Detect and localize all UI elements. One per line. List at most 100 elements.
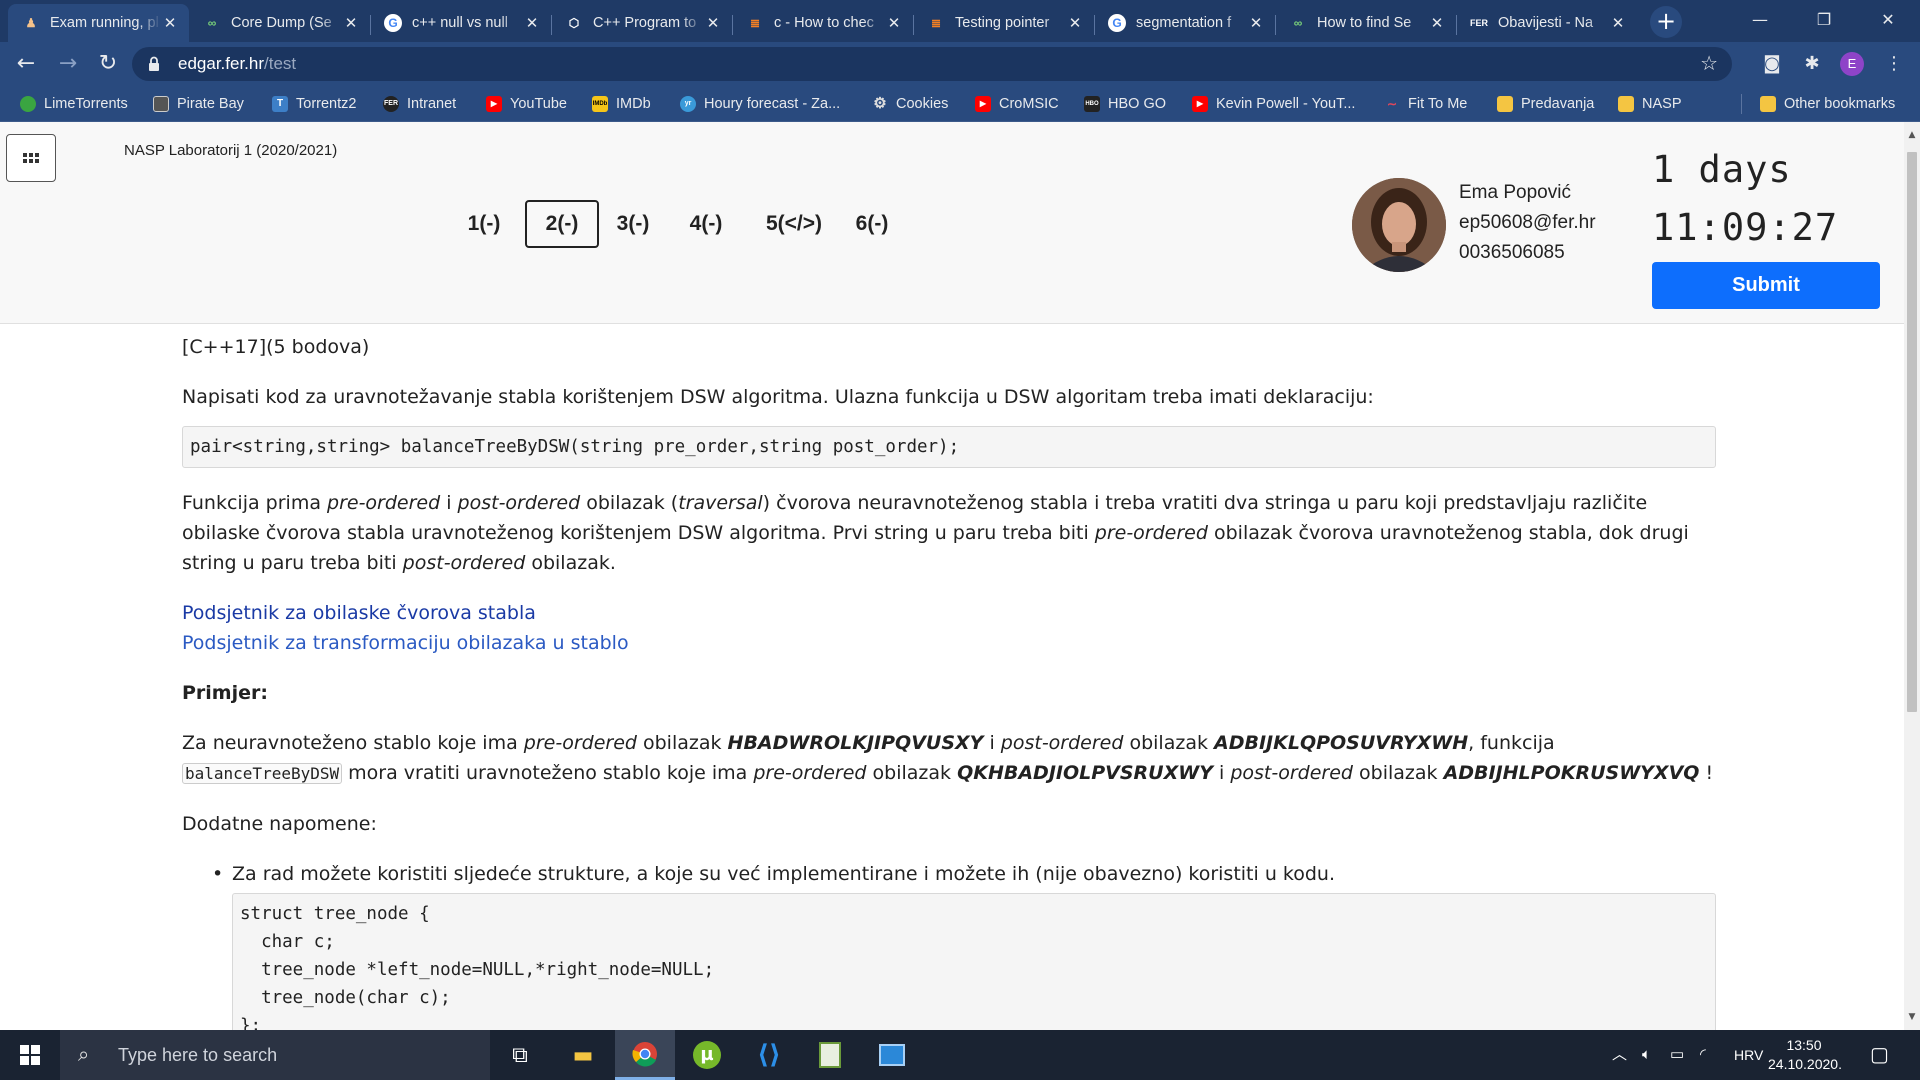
bookmark-item[interactable]: ⚙ Cookies <box>872 94 948 114</box>
user-name: Ema Popović <box>1459 182 1571 203</box>
question-nav-5[interactable]: 5(</>) <box>752 200 836 248</box>
close-icon[interactable]: ✕ <box>342 14 360 32</box>
question-nav-2[interactable]: 2(-) <box>525 200 599 248</box>
close-icon[interactable]: ✕ <box>161 14 179 32</box>
task-view-icon[interactable]: ⧉ <box>490 1030 550 1080</box>
tab-title: c - How to chec <box>774 15 874 31</box>
close-icon[interactable]: ✕ <box>885 14 903 32</box>
bookmark-item[interactable]: ▶ CroMSIC <box>975 94 1059 114</box>
wifi-icon[interactable]: ◜ <box>1700 1030 1706 1080</box>
bookmark-item[interactable]: ▶ Kevin Powell - YouT... <box>1192 94 1355 114</box>
fittome-icon: ∼ <box>1386 97 1398 111</box>
close-icon[interactable]: ✕ <box>1066 14 1084 32</box>
browser-tab[interactable]: ♟ Exam running, pl ✕ <box>8 4 189 42</box>
bookmark-item[interactable]: IMDb IMDb <box>592 94 651 114</box>
file-explorer-icon[interactable]: ▬ <box>553 1030 613 1080</box>
close-icon[interactable]: ✕ <box>704 14 722 32</box>
bookmark-item[interactable]: T Torrentz2 <box>272 94 356 114</box>
question-nav-6[interactable]: 6(-) <box>835 200 909 248</box>
imdb-icon: IMDb <box>592 96 608 112</box>
vscode-icon[interactable]: ⟨⟩ <box>739 1030 799 1080</box>
submit-button[interactable]: Submit <box>1652 262 1880 309</box>
browser-tab[interactable]: FER Obavijesti - Na ✕ <box>1456 4 1637 42</box>
search-icon: ⌕ <box>78 1043 90 1066</box>
browser-tab[interactable]: ⬡ C++ Program to ✕ <box>551 4 732 42</box>
address-bar[interactable]: edgar.fer.hr/test ☆ <box>132 47 1732 81</box>
question-nav-1[interactable]: 1(-) <box>447 200 521 248</box>
windows-icon <box>20 1045 40 1065</box>
scroll-up-icon[interactable]: ▲ <box>1907 130 1917 140</box>
bookmark-star-icon[interactable]: ☆ <box>1700 51 1718 75</box>
stackoverflow-icon: ≣ <box>749 16 761 30</box>
notes-list: Za rad možete koristiti sljedeće struktu… <box>212 859 1716 889</box>
utorrent-icon[interactable]: µ <box>677 1030 737 1080</box>
browser-tab[interactable]: ∞ Core Dump (Se ✕ <box>189 4 370 42</box>
intranet-icon: FER <box>383 96 399 112</box>
back-icon[interactable]: ← <box>10 48 42 80</box>
browser-tab[interactable]: ≣ c - How to chec ✕ <box>732 4 913 42</box>
bookmark-item[interactable]: Predavanja <box>1497 94 1594 114</box>
bookmark-item[interactable]: NASP <box>1618 94 1682 114</box>
volume-icon[interactable]: 🔈︎ <box>1642 1030 1651 1080</box>
scroll-thumb[interactable] <box>1907 152 1917 712</box>
photos-icon[interactable] <box>862 1030 922 1080</box>
browser-tab[interactable]: ∞ How to find Se ✕ <box>1275 4 1456 42</box>
restore-icon[interactable]: ❐ <box>1792 0 1856 42</box>
ferweb-icon: FER <box>1470 18 1488 28</box>
close-window-icon[interactable]: ✕ <box>1856 0 1920 42</box>
other-bookmarks[interactable]: Other bookmarks <box>1760 94 1895 114</box>
bookmark-item[interactable]: HBO HBO GO <box>1084 94 1166 114</box>
youtube-icon: ▶ <box>975 96 991 112</box>
close-icon[interactable]: ✕ <box>1428 14 1446 32</box>
close-icon[interactable]: ✕ <box>1247 14 1265 32</box>
chrome-icon[interactable] <box>615 1030 675 1080</box>
windows-taskbar: ⌕ Type here to search ⧉ ▬ µ ⟨⟩ ︿ 🔈︎ ▭ ◜ … <box>0 1030 1920 1080</box>
new-tab-button[interactable]: + <box>1650 6 1682 38</box>
tab-title: Testing pointer <box>955 15 1050 31</box>
reload-icon[interactable]: ↻ <box>92 48 124 80</box>
taskbar-clock[interactable]: 13:50 24.10.2020. <box>1768 1036 1842 1074</box>
bookmarks-bar: LimeTorrents Pirate Bay T Torrentz2 FER In… <box>0 86 1920 122</box>
user-email: ep50608@fer.hr <box>1459 212 1596 233</box>
traversal-reminder-link[interactable]: Podsjetnik za obilaske čvorova stabla <box>182 598 1716 628</box>
notes-heading: Dodatne napomene: <box>182 813 377 835</box>
browser-toolbar: ← → ↻ edgar.fer.hr/test ☆ ◙ ✱ E ⋮ <box>0 42 1920 86</box>
start-button[interactable] <box>0 1030 60 1080</box>
notepad-icon[interactable] <box>800 1030 860 1080</box>
forward-icon[interactable]: → <box>52 48 84 80</box>
camera-icon[interactable]: ◙ <box>1758 50 1786 78</box>
bookmark-item[interactable]: yr Houry forecast - Za... <box>680 94 840 114</box>
scroll-down-icon[interactable]: ▼ <box>1907 1012 1917 1022</box>
minimize-icon[interactable]: — <box>1728 0 1792 42</box>
profile-avatar[interactable]: E <box>1840 52 1864 76</box>
chevron-up-icon[interactable]: ︿ <box>1612 1030 1627 1080</box>
question-nav-4[interactable]: 4(-) <box>669 200 743 248</box>
bookmark-item[interactable]: ∼ Fit To Me <box>1384 94 1467 114</box>
extensions-icon[interactable]: ✱ <box>1798 50 1826 78</box>
transform-reminder-link[interactable]: Podsjetnik za transformaciju obilazaka u… <box>182 628 1716 658</box>
page-scrollbar[interactable]: ▲ ▼ <box>1904 122 1920 1030</box>
bookmark-item[interactable]: Pirate Bay <box>153 94 244 114</box>
menu-icon[interactable]: ⋮ <box>1880 50 1908 78</box>
bookmark-item[interactable]: LimeTorrents <box>20 94 128 114</box>
notification-icon[interactable]: ▢ <box>1870 1030 1889 1080</box>
taskbar-search[interactable]: ⌕ Type here to search <box>60 1030 490 1080</box>
limetorrents-icon <box>20 96 36 112</box>
battery-icon[interactable]: ▭ <box>1670 1030 1684 1080</box>
hbo-icon: HBO <box>1084 96 1100 112</box>
language-indicator[interactable]: HRV <box>1734 1030 1763 1080</box>
torrentz-icon: T <box>272 96 288 112</box>
browser-tab[interactable]: G c++ null vs null ✕ <box>370 4 551 42</box>
close-icon[interactable]: ✕ <box>1609 14 1627 32</box>
close-icon[interactable]: ✕ <box>523 14 541 32</box>
tab-title: Obavijesti - Na <box>1498 15 1594 31</box>
bookmark-item[interactable]: FER Intranet <box>383 94 456 114</box>
function-declaration: pair<string,string> balanceTreeByDSW(str… <box>182 426 1716 468</box>
question-nav-3[interactable]: 3(-) <box>596 200 670 248</box>
apps-menu-button[interactable] <box>6 134 56 182</box>
yr-icon: yr <box>680 96 696 112</box>
youtube-icon: ▶ <box>1192 96 1208 112</box>
bookmark-item[interactable]: ▶ YouTube <box>486 94 567 114</box>
browser-tab[interactable]: G segmentation f ✕ <box>1094 4 1275 42</box>
browser-tab[interactable]: ≣ Testing pointer ✕ <box>913 4 1094 42</box>
